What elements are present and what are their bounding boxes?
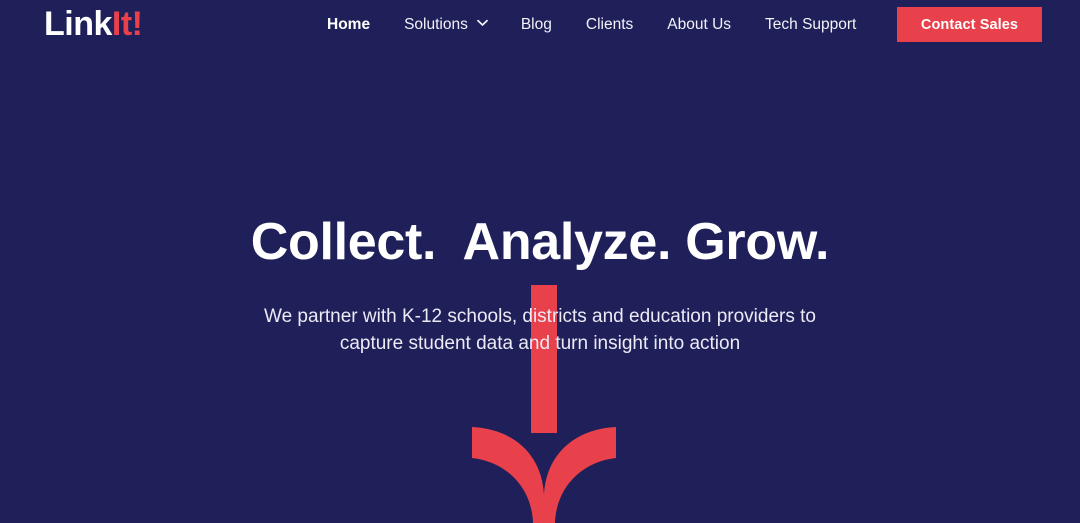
- logo-text-it: It!: [111, 5, 143, 43]
- contact-sales-label: Contact Sales: [920, 16, 1019, 33]
- nav-item-about-us[interactable]: About Us: [650, 13, 748, 37]
- chevron-down-icon: [476, 19, 488, 29]
- nav-item-label: Tech Support: [765, 16, 857, 33]
- nav-item-blog[interactable]: Blog: [504, 13, 569, 37]
- nav-item-label: Home: [327, 16, 371, 33]
- nav-item-clients[interactable]: Clients: [569, 13, 650, 37]
- nav-item-label: Solutions: [404, 16, 468, 33]
- page-root: LinkIt! Home Solutions Blog Clients Abou…: [0, 0, 1080, 523]
- main-navigation: Home Solutions Blog Clients About Us Tec…: [310, 11, 873, 39]
- site-header: LinkIt! Home Solutions Blog Clients Abou…: [0, 0, 1080, 50]
- linkit-logo[interactable]: LinkIt!: [44, 4, 143, 44]
- nav-item-label: Clients: [585, 16, 634, 33]
- nav-item-label: About Us: [667, 16, 732, 33]
- nav-item-label: Blog: [520, 16, 552, 33]
- nav-item-solutions[interactable]: Solutions: [387, 13, 504, 37]
- contact-sales-button[interactable]: Contact Sales: [897, 7, 1042, 42]
- nav-item-tech-support[interactable]: Tech Support: [748, 13, 873, 37]
- hero-heading: Collect. Analyze. Grow.: [250, 213, 830, 271]
- hero-section: Collect. Analyze. Grow. We partner with …: [0, 0, 1080, 523]
- nav-item-home[interactable]: Home: [310, 13, 387, 37]
- logo-text-link: Link: [44, 5, 112, 43]
- hero-subtitle: We partner with K-12 schools, districts …: [264, 306, 816, 354]
